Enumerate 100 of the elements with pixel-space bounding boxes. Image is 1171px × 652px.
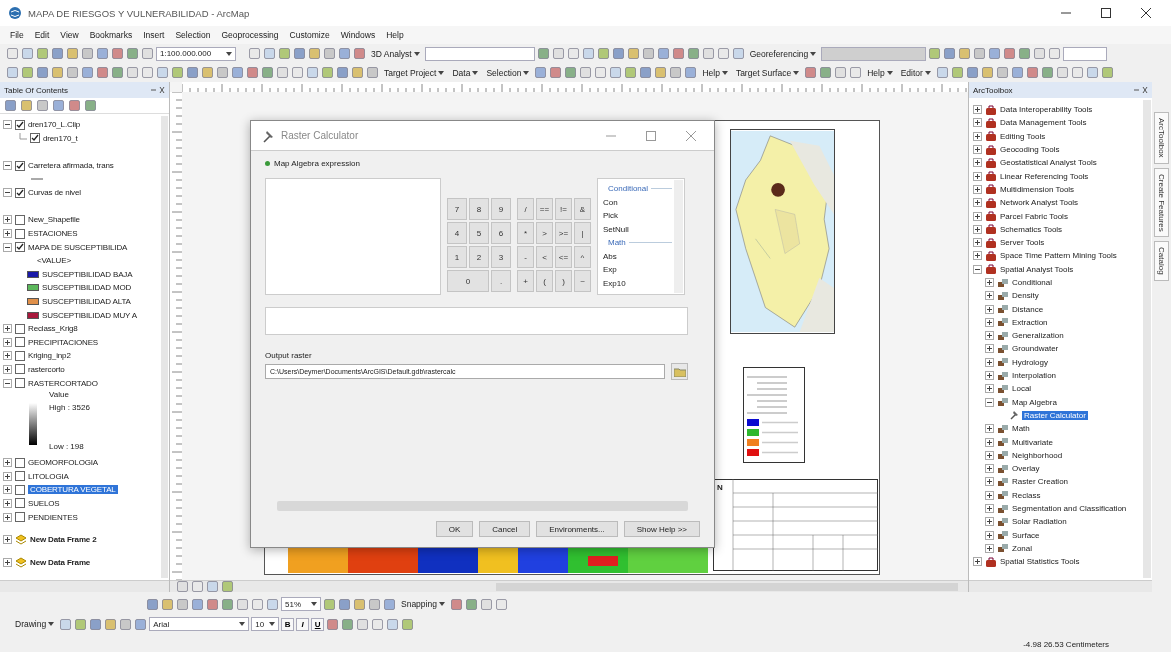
collapse-icon[interactable] — [3, 242, 12, 252]
expand-icon[interactable] — [3, 498, 12, 508]
tool-icon[interactable] — [1010, 66, 1024, 79]
calculator-key[interactable]: ~ — [574, 270, 591, 292]
tool-icon[interactable] — [371, 617, 385, 631]
list-item[interactable]: Pick — [603, 211, 619, 221]
caret-icon[interactable] — [269, 622, 276, 626]
collapse-icon[interactable] — [3, 188, 12, 198]
toolbox-item[interactable]: Density — [1012, 291, 1039, 301]
calculator-key[interactable]: < — [536, 246, 553, 268]
menu-item[interactable]: File — [10, 30, 24, 40]
font-field[interactable]: Arial — [149, 617, 250, 631]
scrollbar[interactable] — [0, 580, 169, 592]
layer-item[interactable]: dren170_L.Clip — [28, 120, 81, 130]
toolbox-item[interactable]: Network Analyst Tools — [1000, 198, 1079, 208]
expand-icon[interactable] — [985, 424, 994, 434]
layer-item[interactable]: Carretera afirmada, trans — [28, 161, 114, 171]
toolbox-item[interactable]: Segmentation and Classification — [1012, 504, 1127, 514]
expand-icon[interactable] — [985, 291, 994, 301]
tool-icon[interactable] — [464, 597, 478, 611]
calculator-key[interactable]: + — [517, 270, 534, 292]
layer-item[interactable]: GEOMORFOLOGIA — [28, 458, 99, 468]
expand-icon[interactable] — [973, 145, 982, 155]
tool-icon[interactable] — [141, 47, 154, 60]
data-frame-item[interactable]: New Data Frame — [30, 557, 91, 567]
checked-checkbox[interactable] — [30, 133, 40, 144]
expand-icon[interactable] — [985, 504, 994, 514]
list-item[interactable]: Exp10 — [603, 278, 626, 288]
tool-icon[interactable] — [1040, 66, 1054, 79]
tool-icon[interactable] — [6, 47, 19, 60]
toolbox-item[interactable]: Conditional — [1012, 278, 1053, 287]
tool-icon[interactable] — [669, 66, 683, 79]
expand-icon[interactable] — [3, 365, 12, 374]
toolbox-item[interactable]: Spatial Analyst Tools — [1000, 264, 1074, 274]
list-item[interactable]: Con — [603, 197, 618, 207]
expand-icon[interactable] — [973, 224, 982, 234]
expand-icon[interactable] — [985, 543, 994, 553]
tool-icon[interactable] — [1025, 66, 1039, 79]
tool-icon[interactable] — [146, 597, 159, 611]
toolbox-item[interactable]: Extraction — [1012, 317, 1048, 327]
tool-icon[interactable] — [1003, 47, 1017, 60]
tool-icon[interactable] — [96, 66, 109, 79]
expand-icon[interactable] — [985, 371, 994, 381]
tool-icon[interactable] — [221, 597, 234, 611]
expand-icon[interactable] — [3, 471, 12, 481]
caret-icon[interactable] — [413, 51, 420, 56]
tool-icon[interactable] — [36, 99, 49, 112]
tool-icon[interactable] — [656, 47, 670, 60]
checked-checkbox[interactable] — [15, 160, 25, 171]
expand-icon[interactable] — [985, 331, 994, 341]
menu-item[interactable]: Edit — [34, 30, 50, 40]
toolbox-item[interactable]: Map Algebra — [1012, 397, 1057, 407]
list-item[interactable]: Exp — [603, 265, 617, 275]
tool-icon[interactable] — [581, 47, 595, 60]
layer-item[interactable]: PENDIENTES — [28, 512, 78, 522]
layer-item[interactable]: ESTACIONES — [28, 229, 78, 239]
toolbox-item[interactable]: Zonal — [1012, 543, 1032, 553]
analyst-menu[interactable]: 3D Analyst — [368, 48, 423, 59]
tool-icon[interactable] — [551, 47, 565, 60]
expand-icon[interactable] — [985, 450, 994, 460]
checked-checkbox[interactable] — [15, 187, 25, 198]
tool-icon[interactable] — [988, 47, 1002, 60]
toolbox-item[interactable]: Hydrology — [1012, 357, 1048, 367]
tool-icon[interactable] — [74, 617, 88, 631]
expand-icon[interactable] — [973, 251, 982, 261]
georeferencing-menu[interactable]: Georeferencing — [746, 48, 820, 59]
tool-icon[interactable] — [366, 66, 379, 79]
toolbox-item[interactable]: Neighborhood — [1012, 450, 1063, 460]
toolbar-menu[interactable]: Selection — [483, 67, 533, 78]
layer-item[interactable]: SUELOS — [28, 498, 60, 508]
expand-icon[interactable] — [985, 464, 994, 474]
toolbar-menu[interactable]: Help — [699, 67, 731, 78]
tool-icon[interactable] — [849, 66, 863, 79]
tool-icon[interactable] — [36, 47, 49, 60]
expand-icon[interactable] — [985, 490, 994, 500]
tool-icon[interactable] — [321, 66, 334, 79]
tool-icon[interactable] — [383, 597, 396, 611]
dialog-button[interactable]: Show Help >> — [623, 521, 700, 537]
tool-icon[interactable] — [231, 66, 244, 79]
side-tab[interactable]: ArcToolbox — [1154, 112, 1169, 164]
expand-icon[interactable] — [3, 351, 12, 361]
tool-icon[interactable] — [81, 66, 94, 79]
tool-icon[interactable] — [6, 66, 19, 79]
toolbox-item[interactable]: Interpolation — [1012, 371, 1057, 381]
tool-icon[interactable] — [68, 99, 81, 112]
tool-icon[interactable] — [965, 66, 979, 79]
tool-icon[interactable] — [353, 47, 366, 60]
tool-icon[interactable] — [356, 617, 370, 631]
text-style-button[interactable]: B — [281, 617, 295, 631]
tool-icon[interactable] — [494, 597, 508, 611]
tool-icon[interactable] — [326, 617, 340, 631]
calculator-key[interactable]: & — [574, 198, 591, 220]
tool-icon[interactable] — [21, 47, 34, 60]
tool-icon[interactable] — [368, 597, 381, 611]
toolbar-menu[interactable]: Help — [864, 67, 896, 78]
expand-icon[interactable] — [985, 278, 994, 287]
maximize-icon[interactable] — [1101, 8, 1111, 18]
caret-icon[interactable] — [810, 51, 817, 56]
text-field[interactable] — [1063, 46, 1108, 61]
calculator-key[interactable]: - — [517, 246, 534, 268]
